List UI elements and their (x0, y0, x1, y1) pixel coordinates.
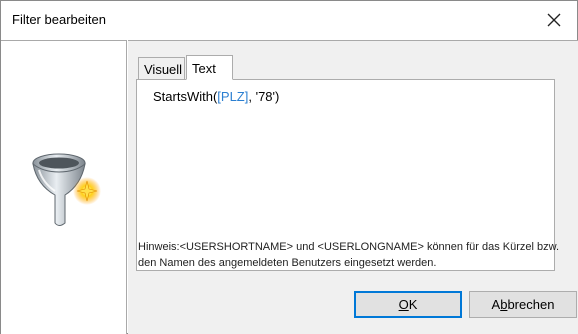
ok-label-rest: K (408, 297, 418, 312)
tab-visuell[interactable]: Visuell (138, 57, 185, 80)
filter-dialog: Filter bearbeiten Visuell Text StartsWit… (0, 0, 578, 334)
funnel-icon (32, 153, 101, 226)
cancel-button[interactable]: Abbrechen (469, 291, 577, 318)
icon-panel (1, 40, 127, 334)
hint-text: Hinweis:<USERSHORTNAME> und <USERLONGNAM… (138, 241, 560, 269)
tab-text[interactable]: Text (186, 55, 233, 80)
cancel-label-rest: brechen (507, 297, 555, 312)
filter-editor-panel: Visuell Text StartsWith([PLZ], '78') Hin… (128, 40, 578, 334)
filter-args-token: , '78') (248, 89, 280, 104)
ok-button[interactable]: OK (354, 291, 462, 318)
title-bar: Filter bearbeiten (1, 1, 577, 39)
filter-function-token: StartsWith( (153, 89, 218, 104)
close-button[interactable] (541, 7, 567, 33)
cancel-label-prefix: A (491, 297, 501, 312)
ok-accelerator: O (398, 297, 409, 312)
dialog-title: Filter bearbeiten (12, 12, 106, 27)
close-icon (547, 13, 561, 27)
filter-field-token: [PLZ] (217, 89, 249, 104)
filter-expression: StartsWith([PLZ], '78') (153, 89, 279, 104)
